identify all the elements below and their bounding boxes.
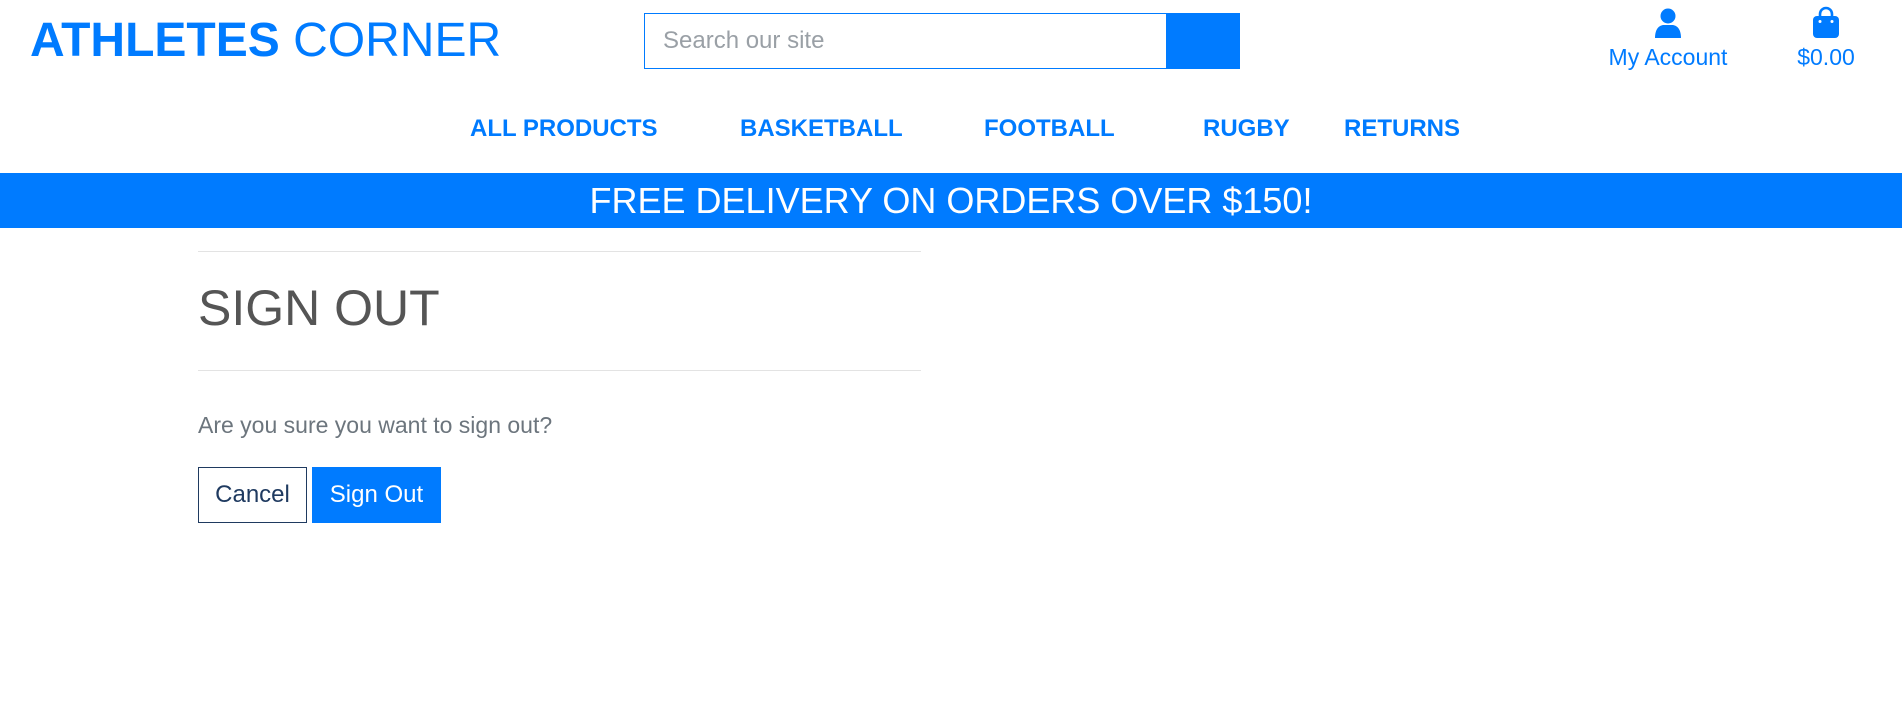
shopping-cart-link[interactable]: $0.00 bbox=[1786, 6, 1866, 72]
shopping-bag-icon bbox=[1813, 6, 1839, 38]
free-delivery-banner: FREE DELIVERY ON ORDERS OVER $150! bbox=[0, 173, 1902, 228]
cancel-button[interactable]: Cancel bbox=[198, 467, 307, 523]
main-nav: ALL PRODUCTS BASKETBALL FOOTBALL RUGBY R… bbox=[0, 80, 1902, 173]
nav-item-basketball[interactable]: BASKETBALL bbox=[740, 114, 903, 144]
search-button[interactable] bbox=[1166, 13, 1240, 69]
site-logo[interactable]: ATHLETES CORNER bbox=[30, 12, 501, 70]
sign-out-confirmation-message: Are you sure you want to sign out? bbox=[198, 412, 553, 438]
main-content: SIGN OUT Are you sure you want to sign o… bbox=[0, 228, 1902, 715]
logo-bold-text: ATHLETES bbox=[30, 14, 280, 67]
nav-item-rugby[interactable]: RUGBY bbox=[1203, 114, 1290, 144]
sign-out-button[interactable]: Sign Out bbox=[312, 467, 441, 523]
my-account-link[interactable]: My Account bbox=[1600, 6, 1736, 72]
my-account-label: My Account bbox=[1608, 44, 1728, 70]
page-title: SIGN OUT bbox=[198, 280, 440, 336]
nav-item-football[interactable]: FOOTBALL bbox=[984, 114, 1115, 144]
cart-total: $0.00 bbox=[1797, 44, 1855, 70]
search-input[interactable] bbox=[644, 13, 1166, 69]
title-top-divider bbox=[198, 251, 921, 252]
logo-light-text: CORNER bbox=[293, 14, 502, 67]
site-header: ATHLETES CORNER My Account $0.00 bbox=[0, 0, 1902, 80]
title-bottom-divider bbox=[198, 370, 921, 371]
search-form bbox=[644, 13, 1240, 69]
nav-item-all-products[interactable]: ALL PRODUCTS bbox=[470, 114, 658, 144]
user-icon bbox=[1655, 8, 1681, 38]
nav-item-returns[interactable]: RETURNS bbox=[1344, 114, 1460, 144]
